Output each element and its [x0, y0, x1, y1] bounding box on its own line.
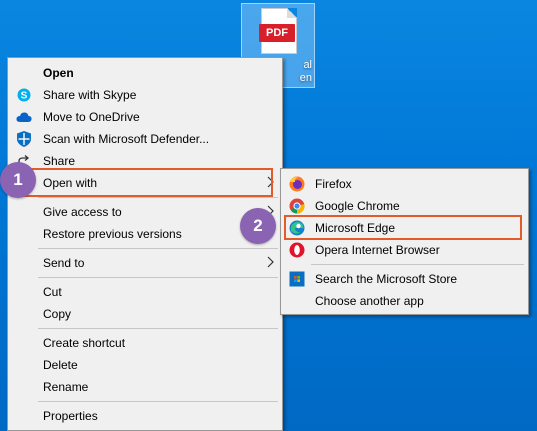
context-menu: Open S Share with Skype Move to OneDrive…	[7, 57, 283, 431]
firefox-icon	[289, 176, 305, 192]
chevron-right-icon	[266, 256, 274, 271]
menu-separator	[311, 264, 524, 265]
app-item-label: Firefox	[315, 177, 352, 191]
menu-item-create-shortcut[interactable]: Create shortcut	[10, 332, 280, 354]
menu-item-label: Give access to	[43, 205, 122, 219]
skype-icon: S	[16, 87, 32, 103]
step-2-badge: 2	[240, 208, 276, 244]
menu-item-label: Share with Skype	[43, 88, 137, 102]
menu-item-give-access-to[interactable]: Give access to	[10, 201, 280, 223]
menu-item-cut[interactable]: Cut	[10, 281, 280, 303]
menu-item-label: Share	[43, 154, 76, 168]
file-page-icon: PDF	[259, 8, 297, 54]
menu-item-properties[interactable]: Properties	[10, 405, 280, 427]
menu-separator	[38, 277, 278, 278]
menu-item-label: Copy	[43, 307, 72, 321]
page-fold	[287, 8, 297, 18]
menu-item-label: Scan with Microsoft Defender...	[43, 132, 210, 146]
menu-item-share-with-skype[interactable]: S Share with Skype	[10, 84, 280, 106]
menu-separator	[38, 197, 278, 198]
menu-item-label: Cut	[43, 285, 62, 299]
app-item-google-chrome[interactable]: Google Chrome	[283, 195, 526, 217]
menu-item-move-to-onedrive[interactable]: Move to OneDrive	[10, 106, 280, 128]
menu-item-open[interactable]: Open	[10, 62, 280, 84]
menu-item-label: Properties	[43, 409, 98, 423]
menu-item-delete[interactable]: Delete	[10, 354, 280, 376]
app-item-opera[interactable]: Opera Internet Browser	[283, 239, 526, 261]
chrome-icon	[289, 198, 305, 214]
app-item-search-store[interactable]: Search the Microsoft Store	[283, 268, 526, 290]
open-with-highlight	[11, 168, 273, 197]
menu-item-label: Send to	[43, 256, 85, 270]
menu-separator	[38, 401, 278, 402]
step-1-badge: 1	[0, 162, 36, 198]
menu-separator	[38, 248, 278, 249]
menu-item-scan-defender[interactable]: Scan with Microsoft Defender...	[10, 128, 280, 150]
menu-item-label: Rename	[43, 380, 89, 394]
menu-item-label: Open	[43, 66, 74, 80]
app-item-label: Opera Internet Browser	[315, 243, 440, 257]
menu-separator	[38, 328, 278, 329]
svg-text:S: S	[21, 91, 28, 102]
microsoft-edge-highlight	[284, 215, 522, 240]
onedrive-icon	[16, 109, 32, 125]
pdf-badge: PDF	[259, 24, 295, 42]
menu-item-copy[interactable]: Copy	[10, 303, 280, 325]
open-with-submenu: Firefox Google Chrome Microsoft Edge Ope…	[280, 168, 529, 315]
menu-item-label: Create shortcut	[43, 336, 126, 350]
menu-item-rename[interactable]: Rename	[10, 376, 280, 398]
app-item-label: Google Chrome	[315, 199, 400, 213]
opera-icon	[289, 242, 305, 258]
menu-item-label: Move to OneDrive	[43, 110, 140, 124]
app-item-label: Choose another app	[315, 294, 424, 308]
app-item-label: Search the Microsoft Store	[315, 272, 458, 286]
menu-item-label: Restore previous versions	[43, 227, 182, 241]
menu-item-send-to[interactable]: Send to	[10, 252, 280, 274]
app-item-choose-another-app[interactable]: Choose another app	[283, 290, 526, 312]
store-icon	[289, 271, 305, 287]
app-item-firefox[interactable]: Firefox	[283, 173, 526, 195]
menu-item-label: Delete	[43, 358, 78, 372]
defender-icon	[16, 131, 32, 147]
